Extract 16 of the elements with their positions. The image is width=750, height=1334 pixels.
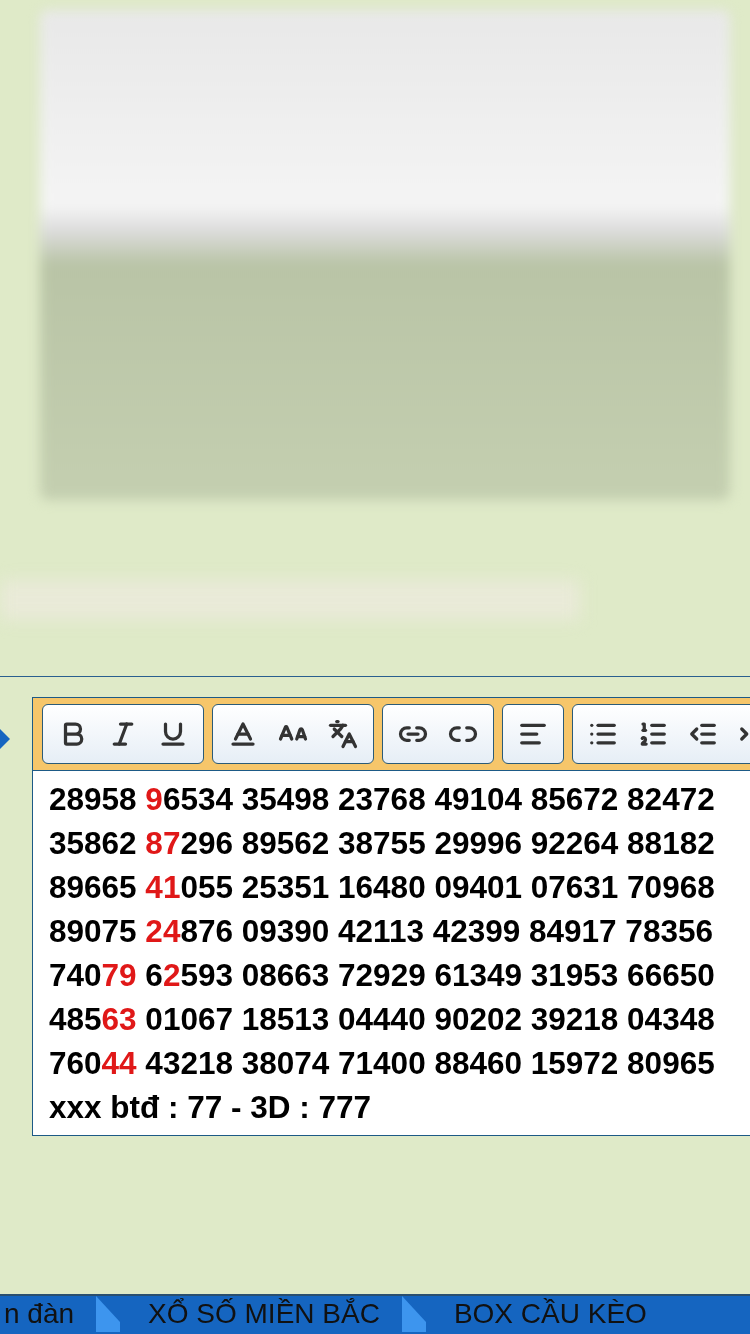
numbered-list-icon[interactable]	[638, 719, 668, 749]
nav-link[interactable]: XỔ SỐ MIỀN BẮC	[120, 1296, 402, 1334]
text-line: 89075 24876 09390 42113 42399 84917 78356	[49, 912, 714, 951]
text-line: 74079 62593 08663 72929 61349 31953 66650	[49, 956, 716, 995]
arrow-tab-icon	[96, 1296, 121, 1332]
text-line: 89665 41055 25351 16480 09401 07631 70968	[49, 868, 716, 907]
nav-link[interactable]: BOX CẦU KÈO	[425, 1296, 669, 1334]
nav-link[interactable]: n đàn	[0, 1296, 97, 1334]
text-line: 28958 96534 35498 23768 49104 85672 82472	[49, 780, 716, 819]
arrow-tab-icon	[401, 1296, 426, 1332]
text-line: 48563 01067 18513 04440 90202 39218 04348	[49, 1000, 716, 1039]
triangle-marker-icon	[0, 727, 10, 751]
text-line: xxx btđ : 77 - 3D : 777	[49, 1088, 373, 1127]
translate-icon[interactable]	[328, 719, 358, 749]
text-line: 76044 43218 38074 71400 88460 15972 80965	[49, 1044, 716, 1083]
text-line: 35862 87296 89562 38755 29996 92264 88182	[49, 824, 716, 863]
